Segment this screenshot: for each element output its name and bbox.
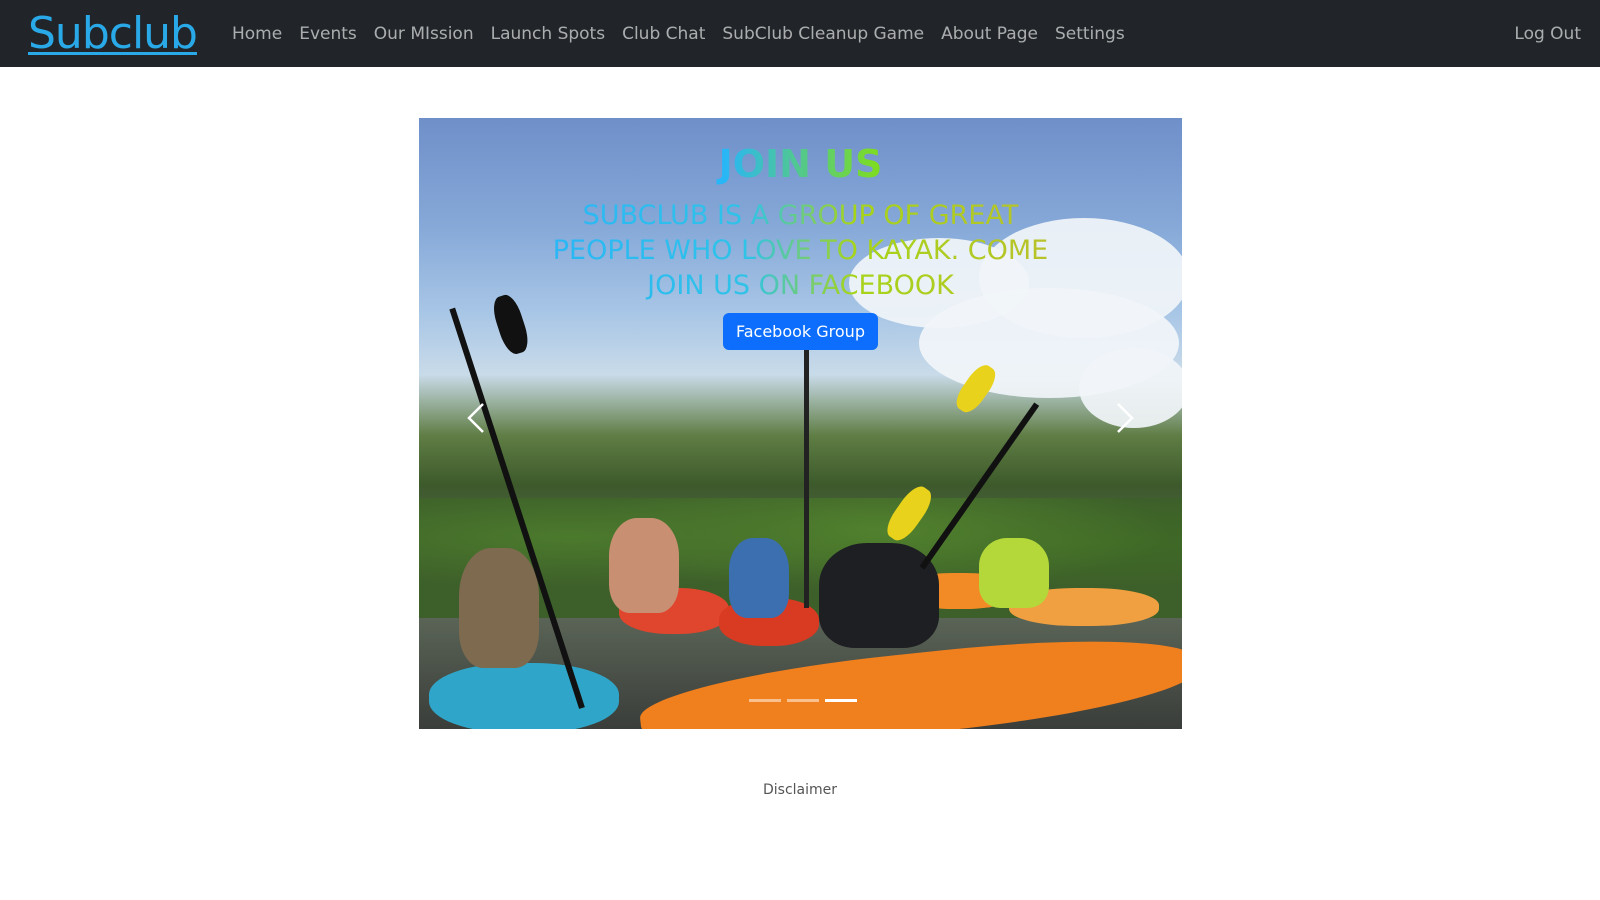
chevron-left-icon bbox=[467, 403, 484, 433]
carousel-prev-button[interactable] bbox=[457, 398, 497, 438]
carousel-indicator-3[interactable] bbox=[825, 699, 857, 702]
carousel-indicator-1[interactable] bbox=[749, 699, 781, 702]
hero-carousel: JOIN US SUBCLUB IS A GROUP OF GREAT PEOP… bbox=[419, 118, 1182, 729]
nav-link-club-chat[interactable]: Club Chat bbox=[622, 24, 705, 44]
disclaimer-link[interactable]: Disclaimer bbox=[0, 782, 1600, 798]
logout-link[interactable]: Log Out bbox=[1514, 24, 1581, 44]
nav-link-home[interactable]: Home bbox=[232, 24, 282, 44]
brand-logo-link[interactable]: Subclub bbox=[28, 9, 198, 59]
caption-title: JOIN US bbox=[419, 138, 1182, 190]
carousel-next-button[interactable] bbox=[1104, 398, 1144, 438]
nav-link-our-mission[interactable]: Our MIssion bbox=[374, 24, 474, 44]
nav-link-events[interactable]: Events bbox=[299, 24, 357, 44]
carousel-indicator-2[interactable] bbox=[787, 699, 819, 702]
nav-links: Home Events Our MIssion Launch Spots Clu… bbox=[232, 0, 1142, 67]
caption-text: SUBCLUB IS A GROUP OF GREAT PEOPLE WHO L… bbox=[541, 198, 1061, 303]
carousel-indicators bbox=[749, 699, 857, 702]
facebook-group-button[interactable]: Facebook Group bbox=[723, 313, 878, 350]
nav-link-cleanup-game[interactable]: SubClub Cleanup Game bbox=[722, 24, 924, 44]
nav-link-settings[interactable]: Settings bbox=[1055, 24, 1125, 44]
navbar: Subclub Home Events Our MIssion Launch S… bbox=[0, 0, 1600, 67]
nav-link-about-page[interactable]: About Page bbox=[941, 24, 1038, 44]
carousel-caption: JOIN US SUBCLUB IS A GROUP OF GREAT PEOP… bbox=[419, 138, 1182, 350]
nav-link-launch-spots[interactable]: Launch Spots bbox=[491, 24, 605, 44]
chevron-right-icon bbox=[1117, 403, 1134, 433]
